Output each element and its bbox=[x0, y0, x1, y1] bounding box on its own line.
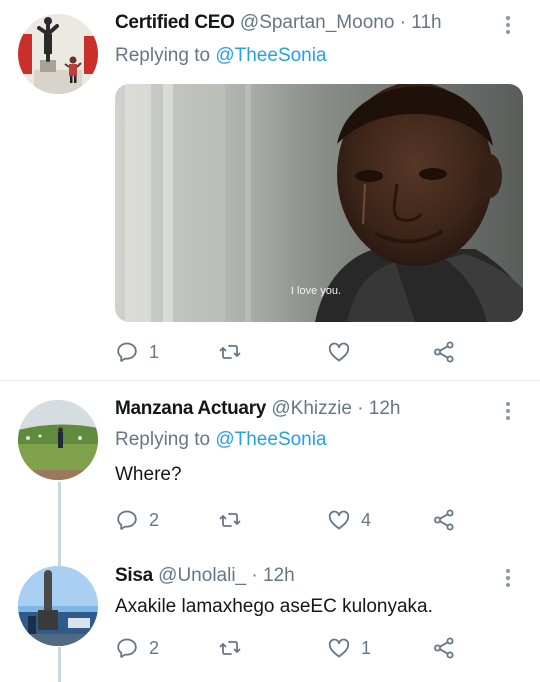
thread-line bbox=[58, 482, 61, 561]
reply-count: 2 bbox=[149, 509, 160, 530]
tweet-header: Sisa @Unolali_ · 12h bbox=[115, 565, 295, 587]
more-vertical-icon[interactable] bbox=[505, 16, 511, 37]
reply-icon bbox=[115, 636, 139, 660]
replying-to-label: Replying to bbox=[115, 45, 216, 66]
like-button[interactable] bbox=[327, 339, 361, 365]
separator-dot: · bbox=[399, 12, 407, 33]
user-handle[interactable]: @Unolali_ bbox=[158, 565, 246, 586]
mention-link[interactable]: @TheeSonia bbox=[215, 45, 326, 66]
timestamp[interactable]: 11h bbox=[411, 12, 441, 33]
reply-count: 2 bbox=[149, 637, 160, 658]
replying-to-label: Replying to bbox=[115, 429, 216, 450]
display-name[interactable]: Certified CEO bbox=[115, 12, 235, 33]
media-image[interactable]: I love you. bbox=[115, 84, 523, 322]
like-button[interactable]: 1 bbox=[327, 635, 371, 661]
display-name[interactable]: Manzana Actuary bbox=[115, 398, 266, 419]
thread-line bbox=[58, 559, 61, 567]
more-vertical-icon[interactable] bbox=[505, 569, 511, 590]
reply-button[interactable]: 2 bbox=[115, 635, 159, 661]
mention-link[interactable]: @TheeSonia bbox=[215, 429, 326, 450]
separator-dot: · bbox=[251, 565, 258, 586]
heart-icon bbox=[327, 340, 351, 364]
tweet-1[interactable]: Certified CEO @Spartan_Moono · 11h Reply… bbox=[0, 0, 540, 380]
heart-icon bbox=[327, 636, 351, 660]
reply-icon bbox=[115, 340, 139, 364]
retweet-button[interactable] bbox=[218, 635, 252, 661]
more-vertical-icon[interactable] bbox=[505, 402, 511, 423]
reply-button[interactable]: 2 bbox=[115, 507, 159, 533]
avatar-image bbox=[18, 566, 98, 646]
user-handle[interactable]: @Spartan_Moono bbox=[240, 12, 395, 33]
tweet-header: Manzana Actuary @Khizzie · 12h bbox=[115, 398, 401, 420]
retweet-icon bbox=[218, 340, 242, 364]
share-button[interactable] bbox=[432, 339, 456, 365]
retweet-button[interactable] bbox=[218, 339, 252, 365]
tweet-3[interactable]: Sisa @Unolali_ · 12h Axakile lamaxhego a… bbox=[0, 559, 540, 682]
heart-icon bbox=[327, 508, 351, 532]
media-photo: I love you. bbox=[115, 84, 523, 322]
share-button[interactable] bbox=[432, 507, 456, 533]
share-button[interactable] bbox=[432, 635, 456, 661]
tweet-text: Where? bbox=[115, 464, 182, 485]
avatar-manzana-actuary[interactable] bbox=[18, 400, 98, 480]
action-bar: 2 4 bbox=[115, 507, 525, 533]
separator-dot: · bbox=[357, 398, 364, 419]
avatar-certified-ceo[interactable] bbox=[18, 14, 98, 94]
timestamp[interactable]: 12h bbox=[369, 398, 401, 419]
user-handle[interactable]: @Khizzie bbox=[271, 398, 352, 419]
avatar-image bbox=[18, 14, 98, 94]
retweet-button[interactable] bbox=[218, 507, 252, 533]
replying-to: Replying to @TheeSonia bbox=[115, 45, 327, 67]
retweet-icon bbox=[218, 508, 242, 532]
like-count: 4 bbox=[361, 509, 372, 530]
avatar-image bbox=[18, 400, 98, 480]
media-caption: I love you. bbox=[291, 285, 341, 297]
timestamp[interactable]: 12h bbox=[263, 565, 295, 586]
share-icon bbox=[432, 508, 456, 532]
reply-count: 1 bbox=[149, 341, 160, 362]
tweet-text: Axakile lamaxhego aseEC kulonyaka. bbox=[115, 596, 433, 617]
share-icon bbox=[432, 340, 456, 364]
like-count: 1 bbox=[361, 637, 372, 658]
retweet-icon bbox=[218, 636, 242, 660]
action-bar: 1 bbox=[115, 339, 525, 365]
replying-to: Replying to @TheeSonia bbox=[115, 429, 327, 451]
action-bar: 2 1 bbox=[115, 635, 525, 661]
tweet-header: Certified CEO @Spartan_Moono · 11h bbox=[115, 12, 442, 34]
avatar-sisa[interactable] bbox=[18, 566, 98, 646]
like-button[interactable]: 4 bbox=[327, 507, 371, 533]
thread-line bbox=[58, 647, 61, 682]
reply-icon bbox=[115, 508, 139, 532]
reply-button[interactable]: 1 bbox=[115, 339, 159, 365]
tweet-2[interactable]: Manzana Actuary @Khizzie · 12h Replying … bbox=[0, 381, 540, 561]
display-name[interactable]: Sisa bbox=[115, 565, 153, 586]
share-icon bbox=[432, 636, 456, 660]
